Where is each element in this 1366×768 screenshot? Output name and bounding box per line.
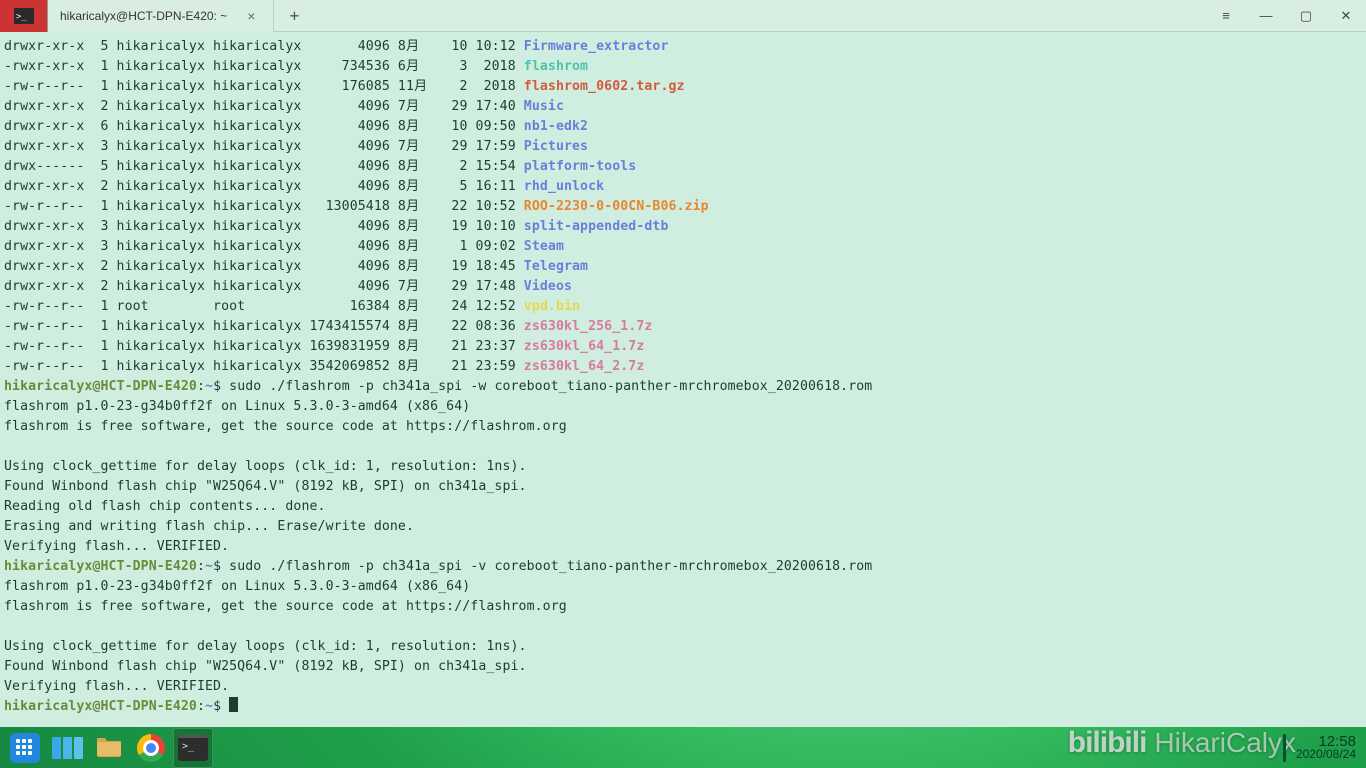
ls-filename: flashrom_0602.tar.gz [524, 79, 685, 94]
command-line-3: hikaricalyx@HCT-DPN-E420:~$ [4, 697, 1362, 717]
ls-row: -rwxr-xr-x 1 hikaricalyx hikaricalyx 734… [4, 57, 1362, 77]
terminal-app-icon: >_ [0, 0, 48, 32]
applications-menu-icon[interactable] [5, 728, 45, 768]
ls-row: drwxr-xr-x 3 hikaricalyx hikaricalyx 409… [4, 237, 1362, 257]
ls-filename: Videos [524, 279, 572, 294]
close-button[interactable]: ✕ [1326, 0, 1366, 32]
clock[interactable]: 12:58 2020/08/24 [1296, 735, 1362, 761]
terminal-tab[interactable]: hikaricalyx@HCT-DPN-E420: ~ × [48, 0, 274, 32]
ls-output: drwxr-xr-x 5 hikaricalyx hikaricalyx 409… [4, 37, 1362, 377]
output-line: flashrom is free software, get the sourc… [4, 417, 1362, 437]
ls-filename: ROO-2230-0-00CN-B06.zip [524, 199, 709, 214]
ls-filename: split-appended-dtb [524, 219, 669, 234]
file-manager-icon[interactable] [89, 728, 129, 768]
ls-row: drwxr-xr-x 3 hikaricalyx hikaricalyx 409… [4, 137, 1362, 157]
ls-row: drwxr-xr-x 3 hikaricalyx hikaricalyx 409… [4, 217, 1362, 237]
output-line: Found Winbond flash chip "W25Q64.V" (819… [4, 657, 1362, 677]
ls-row: drwxr-xr-x 2 hikaricalyx hikaricalyx 409… [4, 177, 1362, 197]
ls-filename: Firmware_extractor [524, 39, 669, 54]
tab-title: hikaricalyx@HCT-DPN-E420: ~ [60, 9, 227, 23]
ls-filename: platform-tools [524, 159, 637, 174]
ls-row: -rw-r--r-- 1 hikaricalyx hikaricalyx 163… [4, 337, 1362, 357]
terminal-taskbar-icon[interactable] [173, 728, 213, 768]
ls-row: drwxr-xr-x 2 hikaricalyx hikaricalyx 409… [4, 97, 1362, 117]
ls-row: drwxr-xr-x 2 hikaricalyx hikaricalyx 409… [4, 277, 1362, 297]
ls-row: drwxr-xr-x 2 hikaricalyx hikaricalyx 409… [4, 257, 1362, 277]
output-line: Reading old flash chip contents... done. [4, 497, 1362, 517]
ls-filename: rhd_unlock [524, 179, 604, 194]
output-line: Erasing and writing flash chip... Erase/… [4, 517, 1362, 537]
ls-row: drwxr-xr-x 6 hikaricalyx hikaricalyx 409… [4, 117, 1362, 137]
ls-row: -rw-r--r-- 1 hikaricalyx hikaricalyx 130… [4, 197, 1362, 217]
minimize-button[interactable]: — [1246, 0, 1286, 32]
ls-filename: vpd.bin [524, 299, 580, 314]
taskbar: 12:58 2020/08/24 [0, 727, 1366, 768]
system-tray: 12:58 2020/08/24 [1283, 727, 1362, 768]
command-line-1: hikaricalyx@HCT-DPN-E420:~$ sudo ./flash… [4, 377, 1362, 397]
ls-filename: Music [524, 99, 564, 114]
command-line-2: hikaricalyx@HCT-DPN-E420:~$ sudo ./flash… [4, 557, 1362, 577]
clock-date: 2020/08/24 [1296, 748, 1356, 761]
svg-text:>_: >_ [16, 12, 27, 22]
ls-filename: Steam [524, 239, 564, 254]
output-line: Verifying flash... VERIFIED. [4, 677, 1362, 697]
output-line: flashrom p1.0-23-g34b0ff2f on Linux 5.3.… [4, 577, 1362, 597]
ls-row: -rw-r--r-- 1 hikaricalyx hikaricalyx 354… [4, 357, 1362, 377]
tray-divider [1283, 734, 1286, 762]
ls-filename: zs630kl_64_2.7z [524, 359, 645, 374]
output-line: Verifying flash... VERIFIED. [4, 537, 1362, 557]
maximize-button[interactable]: ▢ [1286, 0, 1326, 32]
ls-filename: flashrom [524, 59, 588, 74]
multitask-icon[interactable] [47, 728, 87, 768]
output-blank [4, 437, 1362, 457]
ls-row: drwx------ 5 hikaricalyx hikaricalyx 409… [4, 157, 1362, 177]
output-line: Using clock_gettime for delay loops (clk… [4, 637, 1362, 657]
ls-row: -rw-r--r-- 1 root root 16384 8月 24 12:52… [4, 297, 1362, 317]
ls-filename: nb1-edk2 [524, 119, 588, 134]
new-tab-button[interactable]: + [274, 6, 314, 25]
output-line: Found Winbond flash chip "W25Q64.V" (819… [4, 477, 1362, 497]
tab-close-icon[interactable]: × [247, 8, 255, 24]
ls-filename: zs630kl_64_1.7z [524, 339, 645, 354]
ls-filename: Telegram [524, 259, 588, 274]
output-line: flashrom p1.0-23-g34b0ff2f on Linux 5.3.… [4, 397, 1362, 417]
ls-row: -rw-r--r-- 1 hikaricalyx hikaricalyx 174… [4, 317, 1362, 337]
clock-time: 12:58 [1296, 735, 1356, 748]
window-controls: ≡ — ▢ ✕ [1206, 0, 1366, 32]
cursor [229, 697, 238, 712]
ls-row: drwxr-xr-x 5 hikaricalyx hikaricalyx 409… [4, 37, 1362, 57]
terminal-viewport[interactable]: drwxr-xr-x 5 hikaricalyx hikaricalyx 409… [0, 32, 1366, 727]
window-titlebar: >_ hikaricalyx@HCT-DPN-E420: ~ × + ≡ — ▢… [0, 0, 1366, 32]
chrome-icon[interactable] [131, 728, 171, 768]
output-line: Using clock_gettime for delay loops (clk… [4, 457, 1362, 477]
output-line: flashrom is free software, get the sourc… [4, 597, 1362, 617]
ls-filename: Pictures [524, 139, 588, 154]
ls-filename: zs630kl_256_1.7z [524, 319, 653, 334]
output-blank [4, 617, 1362, 637]
menu-icon[interactable]: ≡ [1206, 0, 1246, 32]
ls-row: -rw-r--r-- 1 hikaricalyx hikaricalyx 176… [4, 77, 1362, 97]
